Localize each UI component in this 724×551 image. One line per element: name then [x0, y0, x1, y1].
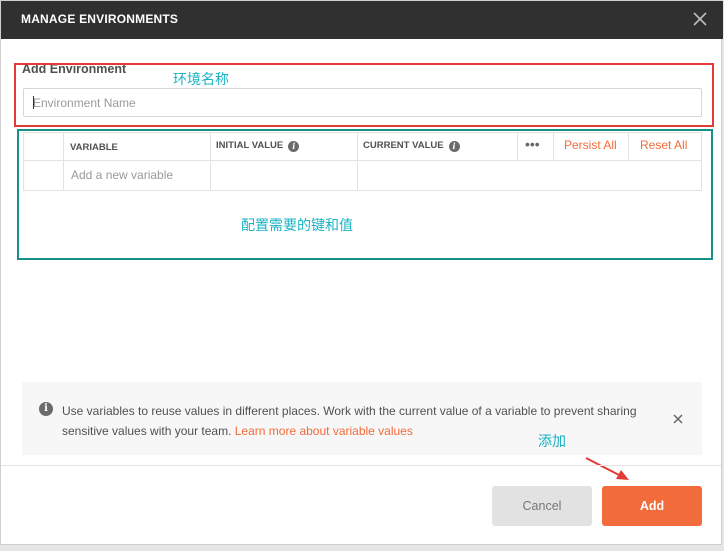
- manage-environments-dialog: MANAGE ENVIRONMENTS Add Environment VARI…: [0, 0, 723, 545]
- variables-info-notice: i Use variables to reuse values in diffe…: [22, 382, 702, 455]
- learn-more-link[interactable]: Learn more about variable values: [235, 424, 413, 438]
- annotation-env-name: 环境名称: [173, 71, 229, 87]
- annotation-table-note: 配置需要的键和值: [241, 217, 353, 233]
- annotation-arrow-icon: [585, 457, 629, 480]
- add-button[interactable]: Add: [602, 486, 702, 526]
- close-icon[interactable]: [673, 414, 683, 424]
- dialog-titlebar: MANAGE ENVIRONMENTS: [1, 1, 723, 39]
- annotation-add-note: 添加: [538, 433, 566, 449]
- info-icon: i: [39, 402, 53, 416]
- annotation-box-red: [14, 63, 714, 127]
- dialog-title: MANAGE ENVIRONMENTS: [21, 12, 179, 26]
- cancel-button[interactable]: Cancel: [492, 486, 592, 526]
- close-icon[interactable]: [691, 10, 709, 28]
- footer-divider: [1, 465, 721, 466]
- annotation-box-teal: [17, 129, 713, 260]
